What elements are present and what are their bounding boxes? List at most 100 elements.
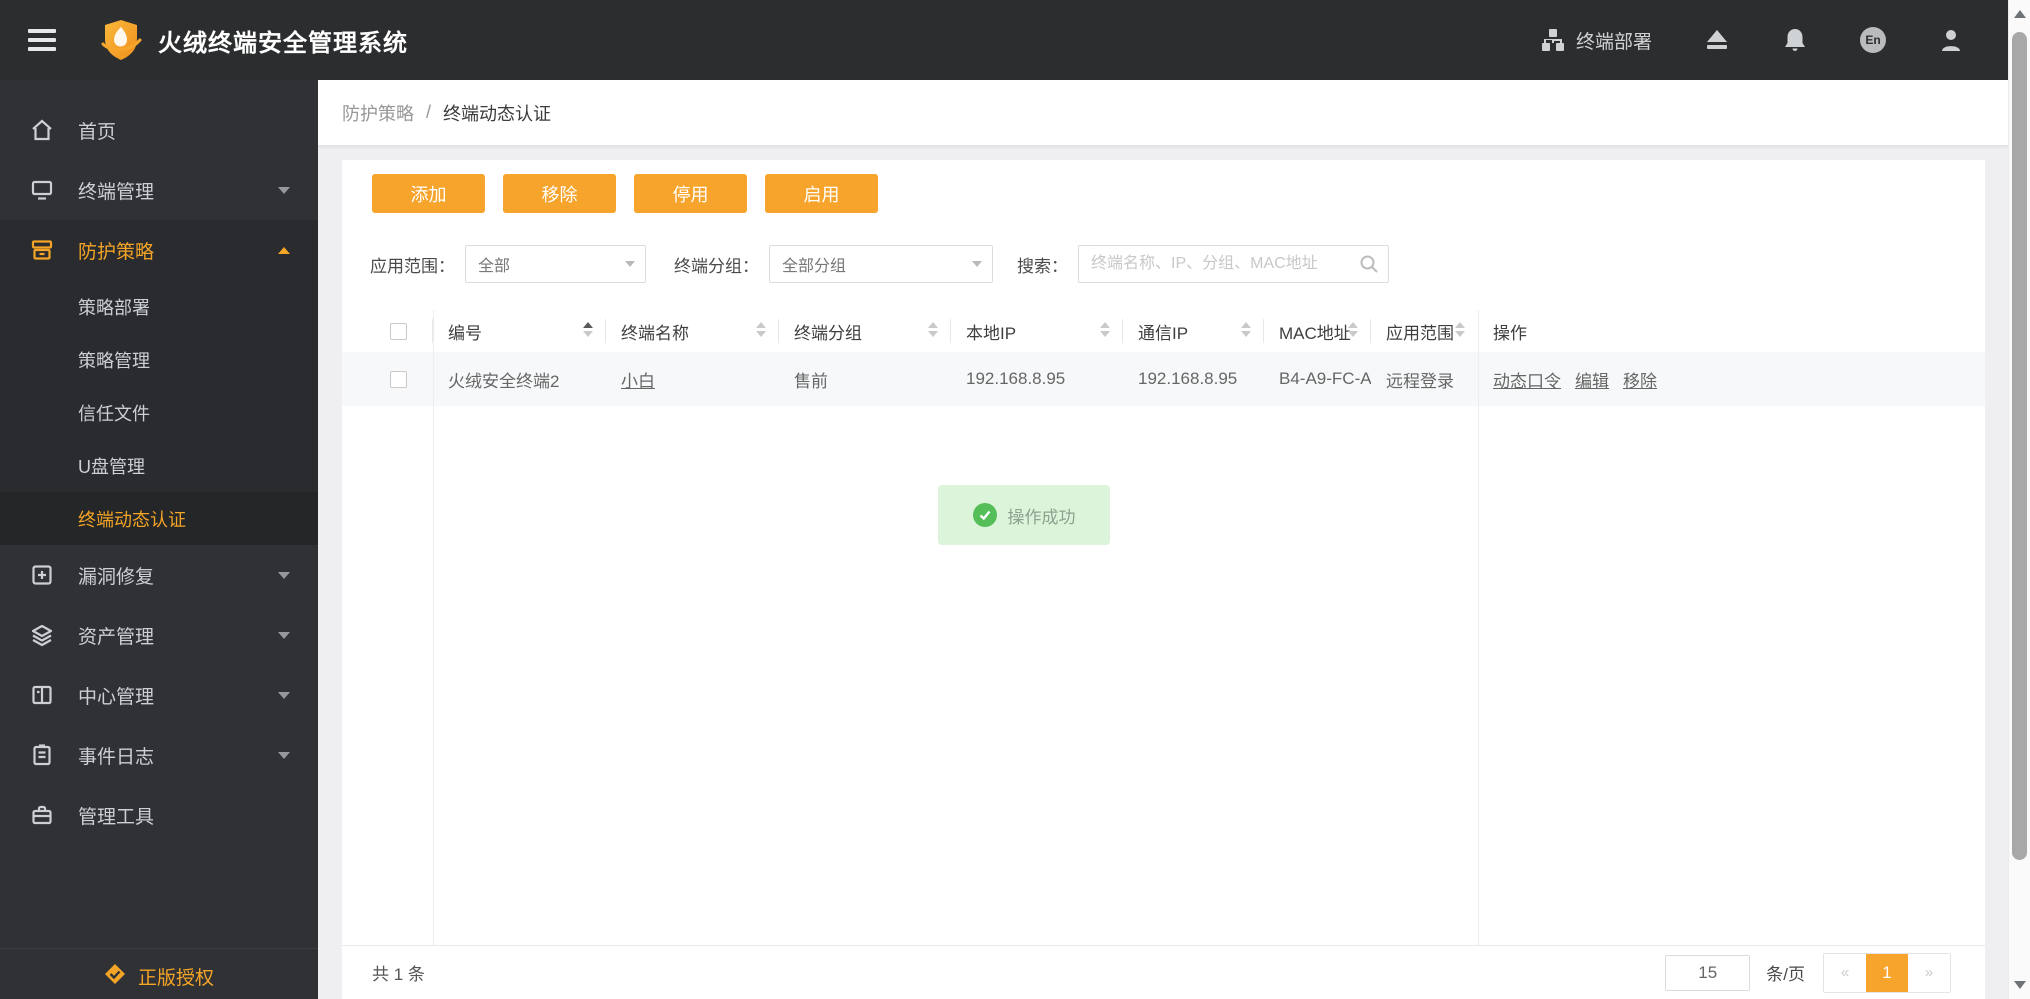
menu-toggle-icon[interactable] bbox=[28, 24, 62, 56]
upgrade-button[interactable] bbox=[1704, 27, 1730, 53]
sidebar-item-center-mgmt[interactable]: 中心管理 bbox=[0, 665, 318, 725]
fixed-column-divider-left bbox=[433, 310, 434, 945]
group-select[interactable]: 全部分组 bbox=[769, 245, 993, 283]
select-all-checkbox[interactable] bbox=[390, 322, 407, 340]
sidebar-subitem-policy-mgmt[interactable]: 策略管理 bbox=[0, 333, 318, 386]
app-title: 火绒终端安全管理系统 bbox=[158, 29, 408, 57]
sort-icon[interactable] bbox=[1348, 322, 1358, 337]
page-scrollbar[interactable] bbox=[2008, 0, 2030, 999]
sidebar-item-label: 中心管理 bbox=[78, 686, 155, 708]
column-label: 操作 bbox=[1493, 323, 1527, 343]
column-header-mac[interactable]: MAC地址 bbox=[1264, 310, 1371, 352]
column-header-local-ip[interactable]: 本地IP bbox=[951, 310, 1123, 352]
license-gem-icon bbox=[104, 963, 126, 985]
remove-button[interactable]: 移除 bbox=[503, 174, 616, 213]
policy-drawer-icon bbox=[30, 238, 54, 262]
column-header-group[interactable]: 终端分组 bbox=[779, 310, 951, 352]
toast-message: 操作成功 bbox=[1007, 507, 1076, 527]
language-button[interactable]: En bbox=[1860, 27, 1886, 53]
column-header-name[interactable]: 终端名称 bbox=[606, 310, 779, 352]
terminal-name-link[interactable]: 小白 bbox=[621, 367, 655, 392]
scroll-up-icon[interactable] bbox=[2014, 10, 2026, 18]
sidebar-subitem-trusted-files[interactable]: 信任文件 bbox=[0, 386, 318, 439]
column-label: MAC地址 bbox=[1279, 323, 1351, 343]
sidebar-item-asset-mgmt[interactable]: 资产管理 bbox=[0, 605, 318, 665]
sidebar-subitem-label: 策略管理 bbox=[78, 350, 150, 371]
scroll-down-icon[interactable] bbox=[2014, 981, 2026, 989]
enable-button[interactable]: 启用 bbox=[765, 174, 878, 213]
sort-icon[interactable] bbox=[1241, 322, 1251, 337]
dynamic-password-link[interactable]: 动态口令 bbox=[1493, 367, 1561, 392]
sidebar-item-label: 管理工具 bbox=[78, 806, 155, 828]
search-icon[interactable] bbox=[1358, 253, 1380, 275]
license-status[interactable]: 正版授权 bbox=[0, 948, 318, 999]
chevron-down-icon bbox=[278, 751, 290, 759]
sidebar-subitem-dynamic-auth[interactable]: 终端动态认证 bbox=[0, 492, 318, 545]
table-footer: 共 1 条 条/页 « 1 » bbox=[342, 945, 1985, 999]
terminal-deploy-label: 终端部署 bbox=[1575, 31, 1652, 53]
terminal-deploy-button[interactable]: 终端部署 bbox=[1540, 27, 1652, 54]
remove-link[interactable]: 移除 bbox=[1623, 367, 1657, 392]
prev-page-button[interactable]: « bbox=[1824, 953, 1866, 992]
breadcrumb-current: 终端动态认证 bbox=[443, 103, 552, 124]
sort-icon[interactable] bbox=[1100, 322, 1110, 337]
column-label: 终端分组 bbox=[794, 323, 862, 343]
scope-select[interactable]: 全部 bbox=[465, 245, 646, 283]
brand: 火绒终端安全管理系统 bbox=[100, 0, 408, 80]
group-select-value: 全部分组 bbox=[782, 258, 847, 275]
next-page-button[interactable]: » bbox=[1908, 953, 1950, 992]
success-check-icon bbox=[972, 503, 997, 527]
row-checkbox[interactable] bbox=[390, 370, 407, 388]
row-group-cell: 售前 bbox=[794, 371, 828, 391]
monitor-icon bbox=[30, 178, 54, 202]
sort-icon[interactable] bbox=[756, 322, 766, 337]
search-box bbox=[1078, 245, 1389, 283]
scrollbar-thumb[interactable] bbox=[2012, 32, 2027, 860]
sidebar-subitem-policy-deploy[interactable]: 策略部署 bbox=[0, 280, 318, 333]
current-page-button[interactable]: 1 bbox=[1866, 953, 1908, 992]
chevron-down-icon bbox=[278, 186, 290, 194]
sidebar-item-label: 事件日志 bbox=[78, 746, 155, 768]
page-size-input[interactable] bbox=[1665, 954, 1751, 991]
notifications-button[interactable] bbox=[1782, 27, 1808, 53]
add-button[interactable]: 添加 bbox=[372, 174, 485, 213]
fixed-column-divider-right bbox=[1478, 310, 1479, 945]
row-mac-cell: B4-A9-FC-A6-... bbox=[1279, 369, 1371, 388]
chevron-down-icon bbox=[278, 691, 290, 699]
edit-link[interactable]: 编辑 bbox=[1575, 367, 1609, 392]
sidebar-subitem-usb-mgmt[interactable]: U盘管理 bbox=[0, 439, 318, 492]
column-header-id[interactable]: 编号 bbox=[433, 310, 606, 352]
home-icon bbox=[30, 118, 54, 142]
license-label: 正版授权 bbox=[137, 968, 214, 989]
column-header-scope[interactable]: 应用范围 bbox=[1371, 310, 1478, 352]
sort-icon[interactable] bbox=[583, 322, 593, 337]
sort-icon[interactable] bbox=[1455, 322, 1465, 337]
pagination: 条/页 « 1 » bbox=[1665, 952, 1951, 993]
breadcrumb-parent[interactable]: 防护策略 bbox=[342, 100, 414, 126]
eject-icon bbox=[1704, 27, 1730, 53]
sidebar-subitem-label: 终端动态认证 bbox=[78, 509, 186, 530]
chevron-down-icon bbox=[278, 631, 290, 639]
sidebar-item-home[interactable]: 首页 bbox=[0, 100, 318, 160]
chevron-down-icon bbox=[972, 261, 982, 267]
topbar: 火绒终端安全管理系统 终端部署 En bbox=[0, 0, 2008, 80]
sidebar-item-event-logs[interactable]: 事件日志 bbox=[0, 725, 318, 785]
row-scope-cell: 远程登录 bbox=[1386, 371, 1454, 391]
column-label: 通信IP bbox=[1138, 323, 1189, 343]
sort-icon[interactable] bbox=[928, 322, 938, 337]
sidebar-subitem-label: 策略部署 bbox=[78, 297, 150, 318]
row-select-cell bbox=[342, 352, 433, 406]
column-header-comm-ip[interactable]: 通信IP bbox=[1123, 310, 1264, 352]
sidebar-item-protection-policy[interactable]: 防护策略 bbox=[0, 220, 318, 280]
table-header: 编号 终端名称 终端分组 本地IP 通信IP MAC地址 应用范围 操作 bbox=[342, 310, 1985, 352]
sidebar-item-terminal-mgmt[interactable]: 终端管理 bbox=[0, 160, 318, 220]
disable-button[interactable]: 停用 bbox=[634, 174, 747, 213]
sidebar-item-admin-tools[interactable]: 管理工具 bbox=[0, 785, 318, 845]
book-icon bbox=[30, 683, 54, 707]
sidebar-item-label: 首页 bbox=[78, 121, 117, 143]
bell-icon bbox=[1782, 27, 1808, 53]
sidebar-item-vuln-fix[interactable]: 漏洞修复 bbox=[0, 545, 318, 605]
account-button[interactable] bbox=[1938, 27, 1964, 53]
search-input[interactable] bbox=[1078, 245, 1389, 283]
sidebar-item-label: 资产管理 bbox=[78, 626, 155, 648]
